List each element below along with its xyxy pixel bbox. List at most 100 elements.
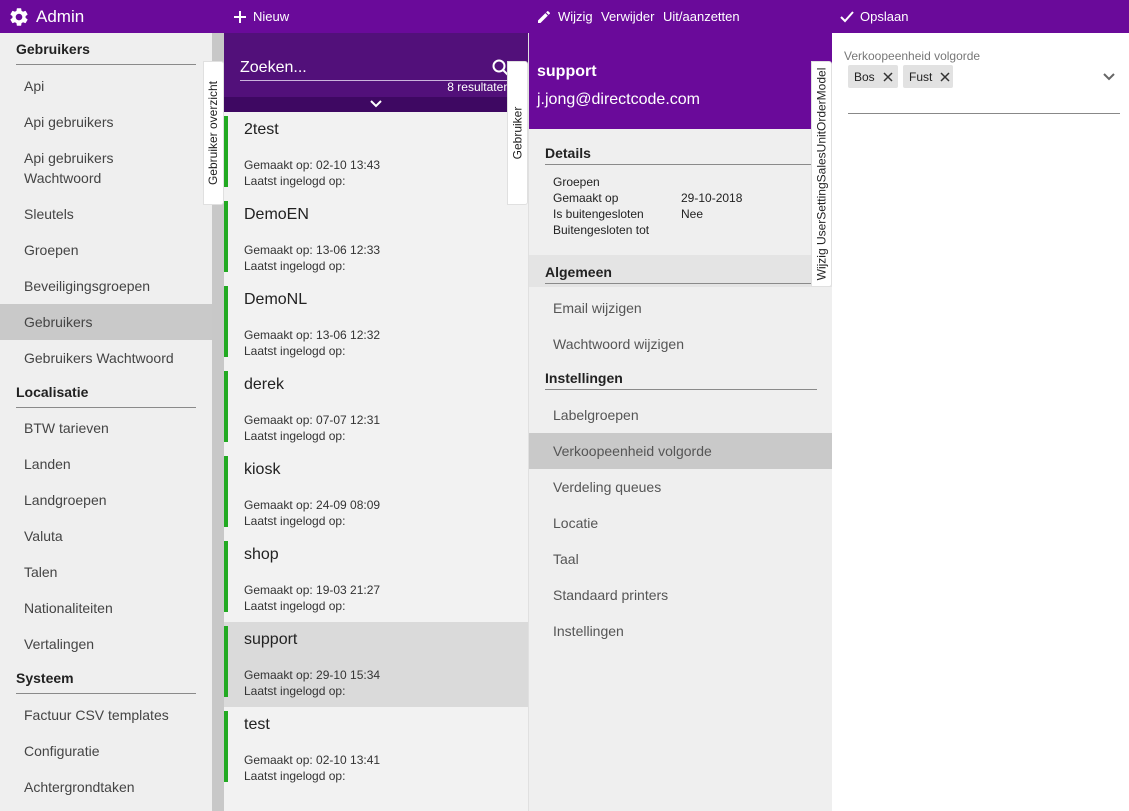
tab-user-overview-label: Gebruiker overzicht [206, 80, 221, 186]
new-button[interactable]: Nieuw [233, 0, 289, 33]
sidebar-section-gebruikers: Gebruikers [16, 33, 196, 65]
user-name: shop [244, 546, 279, 563]
pencil-icon [536, 9, 552, 25]
save-button-label: Opslaan [860, 9, 909, 24]
user-row[interactable]: 2test Gemaakt op: 02-10 13:43 Laatst ing… [224, 112, 528, 197]
tab-user-label: Gebruiker [510, 106, 525, 160]
sidebar-item-sleutels[interactable]: Sleutels [0, 196, 212, 232]
sidebar-item-api-gebruikers-wachtwoord[interactable]: Api gebruikers Wachtwoord [0, 140, 170, 196]
settings-item-locatie[interactable]: Locatie [529, 505, 832, 541]
sidebar-item-gebruikers[interactable]: Gebruikers [0, 304, 212, 340]
settings-item-instellingen[interactable]: Instellingen [529, 613, 832, 649]
user-last-login: Laatst ingelogd op: [244, 514, 346, 528]
search-input[interactable] [240, 55, 508, 81]
user-last-login: Laatst ingelogd op: [244, 344, 346, 358]
user-last-login: Laatst ingelogd op: [244, 259, 346, 273]
user-row[interactable]: kiosk Gemaakt op: 24-09 08:09 Laatst ing… [224, 452, 528, 537]
tab-user[interactable]: Gebruiker [507, 61, 528, 205]
settings-item-verkoopeenheid-volgorde[interactable]: Verkoopeenheid volgorde [529, 433, 832, 469]
user-created: Gemaakt op: 29-10 15:34 [244, 668, 381, 682]
gear-icon [8, 6, 30, 28]
checkmark-icon [840, 10, 854, 24]
chevron-down-icon[interactable] [1102, 69, 1116, 87]
close-icon[interactable] [940, 71, 950, 82]
user-created: Gemaakt op: 02-10 13:43 [244, 158, 381, 172]
chip-bos: Bos [848, 65, 898, 88]
settings-item-standaard-printers[interactable]: Standaard printers [529, 577, 832, 613]
tab-user-overview[interactable]: Gebruiker overzicht [203, 61, 224, 205]
top-bar: Admin Nieuw Wijzig Verwijder Uit/aanzett… [0, 0, 1129, 33]
edit-button[interactable]: Wijzig [536, 0, 593, 33]
sidebar-item-api-gebruikers[interactable]: Api gebruikers [0, 104, 212, 140]
user-row[interactable]: shop Gemaakt op: 19-03 21:27 Laatst inge… [224, 537, 528, 622]
tab-edit-model-label: Wijzig UserSettingSalesUnitOrderModel [814, 67, 829, 281]
user-last-login: Laatst ingelogd op: [244, 429, 346, 443]
field-groepen: Groepen [553, 175, 600, 189]
field-key: Buitengesloten tot [553, 223, 650, 237]
field-key: Is buitengesloten [553, 207, 644, 221]
sidebar-section-systeem: Systeem [16, 662, 196, 694]
sidebar-item-landgroepen[interactable]: Landgroepen [0, 482, 212, 518]
user-row[interactable]: test Gemaakt op: 02-10 13:41 Laatst inge… [224, 707, 528, 792]
user-last-login: Laatst ingelogd op: [244, 769, 346, 783]
user-last-login: Laatst ingelogd op: [244, 684, 346, 698]
user-row[interactable]: DemoNL Gemaakt op: 13-06 12:32 Laatst in… [224, 282, 528, 367]
sidebar-item-beveiligingsgroepen[interactable]: Beveiligingsgroepen [0, 268, 212, 304]
sidebar-item-gebruikers-wachtwoord[interactable]: Gebruikers Wachtwoord [0, 340, 212, 376]
settings-item-verdeling-queues[interactable]: Verdeling queues [529, 469, 832, 505]
close-icon[interactable] [883, 71, 893, 82]
user-name: support [244, 631, 298, 648]
toggle-button[interactable]: Uit/aanzetten [663, 0, 740, 33]
save-button[interactable]: Opslaan [840, 0, 908, 33]
status-indicator [224, 201, 228, 272]
user-name: kiosk [244, 461, 281, 478]
status-indicator [224, 456, 228, 527]
sidebar-item-vertalingen[interactable]: Vertalingen [0, 626, 212, 662]
admin-menu[interactable]: Admin [8, 0, 84, 33]
settings-item-taal[interactable]: Taal [529, 541, 832, 577]
password-change-item[interactable]: Wachtwoord wijzigen [529, 326, 832, 362]
user-name: derek [244, 376, 285, 393]
user-last-login: Laatst ingelogd op: [244, 174, 346, 188]
app-title: Admin [36, 6, 85, 26]
field-buitengesloten-tot: Buitengesloten tot [553, 223, 649, 237]
status-indicator [224, 626, 228, 697]
detail-user-email: j.jong@directcode.com [537, 91, 700, 108]
result-count: 8 resultaten [447, 80, 510, 94]
sidebar-item-factuur-csv-templates[interactable]: Factuur CSV templates [0, 697, 212, 733]
status-indicator [224, 711, 228, 782]
user-created: Gemaakt op: 19-03 21:27 [244, 583, 381, 597]
status-indicator [224, 541, 228, 612]
sidebar-item-nationaliteiten[interactable]: Nationaliteiten [0, 590, 212, 626]
user-row-selected[interactable]: support Gemaakt op: 29-10 15:34 Laatst i… [224, 622, 528, 707]
user-detail-panel: support j.jong@directcode.com Details Gr… [528, 33, 832, 811]
chip-label: Bos [854, 69, 875, 84]
sidebar-item-configuratie[interactable]: Configuratie [0, 733, 212, 769]
field-key: Groepen [553, 175, 600, 189]
sidebar-item-landen[interactable]: Landen [0, 446, 212, 482]
user-name: 2test [244, 121, 279, 138]
sidebar-item-groepen[interactable]: Groepen [0, 232, 212, 268]
delete-button-label: Verwijder [601, 9, 655, 24]
new-button-label: Nieuw [253, 9, 290, 24]
sidebar-item-api[interactable]: Api [0, 68, 212, 104]
email-change-item[interactable]: Email wijzigen [529, 290, 832, 326]
expand-search-bar[interactable] [224, 97, 528, 112]
sidebar-item-btw-tarieven[interactable]: BTW tarieven [0, 410, 212, 446]
sidebar-item-achtergrondtaken[interactable]: Achtergrondtaken [0, 769, 212, 805]
status-indicator [224, 116, 228, 187]
detail-header: support j.jong@directcode.com [529, 33, 832, 129]
settings-item-labelgroepen[interactable]: Labelgroepen [529, 397, 832, 433]
plus-icon [233, 10, 247, 24]
sidebar-item-talen[interactable]: Talen [0, 554, 212, 590]
field-is-buitengesloten: Is buitengesloten Nee [553, 207, 703, 221]
delete-button[interactable]: Verwijder [601, 0, 654, 33]
user-row[interactable]: derek Gemaakt op: 07-07 12:31 Laatst ing… [224, 367, 528, 452]
sidebar-item-valuta[interactable]: Valuta [0, 518, 212, 554]
user-created: Gemaakt op: 13-06 12:33 [244, 243, 381, 257]
field-label: Verkoopeenheid volgorde [844, 49, 981, 63]
tab-edit-model[interactable]: Wijzig UserSettingSalesUnitOrderModel [811, 61, 832, 287]
user-row[interactable]: DemoEN Gemaakt op: 13-06 12:33 Laatst in… [224, 197, 528, 282]
search-box: 8 resultaten [224, 33, 528, 97]
field-underline [848, 113, 1120, 114]
